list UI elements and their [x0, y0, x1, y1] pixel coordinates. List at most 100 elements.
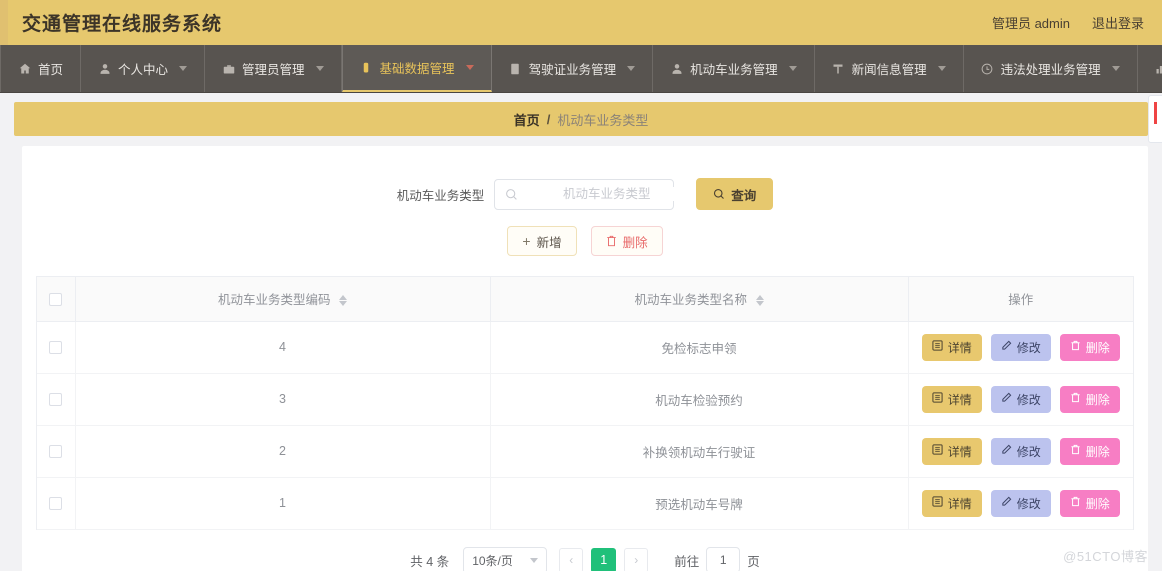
- document-icon: [509, 62, 522, 75]
- search-input-wrapper[interactable]: [494, 178, 688, 210]
- sort-toggle-icon[interactable]: [755, 295, 764, 307]
- logout-link[interactable]: 退出登录: [1092, 13, 1144, 32]
- main-navigation-bar: 首页 个人中心 管理员管理 基础数据管理 驾驶证业务管理 机动车业务管理 新闻信…: [0, 45, 1162, 93]
- trash-icon: [606, 235, 617, 247]
- delete-button-label: 删除: [1085, 340, 1110, 355]
- table-header-row: 机动车业务类型编码 机动车业务类型名称 操作: [37, 277, 1133, 322]
- add-button-label: 新增: [536, 235, 562, 250]
- prev-page-button[interactable]: ‹: [559, 547, 584, 571]
- row-action-group: 详情 修改 删除: [909, 385, 1134, 413]
- nav-item-license-business-management[interactable]: 驾驶证业务管理: [492, 45, 654, 92]
- nav-item-label: 个人中心: [118, 63, 169, 77]
- detail-button[interactable]: 详情: [921, 333, 982, 361]
- edit-button[interactable]: 修改: [990, 437, 1051, 465]
- nav-item-violation-business-management[interactable]: 违法处理业务管理: [964, 45, 1138, 92]
- search-input[interactable]: [526, 187, 688, 201]
- query-button[interactable]: 查询: [696, 178, 774, 210]
- page-number-1[interactable]: 1: [591, 547, 617, 571]
- nav-item-admin-management[interactable]: 管理员管理: [205, 45, 342, 92]
- pagination-total: 共 4 条: [410, 554, 450, 569]
- table-row: 1 预选机动车号牌 详情 修改 删除: [37, 477, 1133, 530]
- row-select-cell[interactable]: [37, 373, 76, 426]
- header-user-area: 管理员 admin 退出登录: [992, 13, 1144, 32]
- right-edge-panel[interactable]: [1148, 95, 1162, 143]
- breadcrumb: 首页 / 机动车业务类型: [14, 102, 1148, 136]
- chevron-down-icon: [465, 65, 474, 70]
- column-header-operations: 操作: [908, 277, 1133, 322]
- data-table-wrapper: 机动车业务类型编码 机动车业务类型名称 操作 4 免检标志申领 详情 修改 删除…: [36, 276, 1134, 530]
- bar-chart-icon: [1155, 62, 1162, 75]
- delete-button[interactable]: 删除: [1059, 385, 1120, 413]
- edit-button-label: 修改: [1016, 340, 1041, 355]
- column-header-code[interactable]: 机动车业务类型编码: [75, 277, 491, 322]
- delete-button-label: 删除: [1085, 496, 1110, 511]
- detail-button-label: 详情: [947, 340, 972, 355]
- search-label: 机动车业务类型: [396, 188, 485, 203]
- row-checkbox[interactable]: [49, 341, 63, 355]
- detail-button[interactable]: 详情: [921, 437, 982, 465]
- red-indicator-bar: [1154, 102, 1157, 124]
- watermark: @51CTO博客: [1063, 549, 1148, 564]
- nav-item-user-management[interactable]: 用户管理: [1138, 45, 1162, 92]
- row-select-cell[interactable]: [37, 477, 76, 530]
- detail-button[interactable]: 详情: [921, 489, 982, 517]
- chevron-down-icon: [179, 66, 188, 71]
- breadcrumb-home[interactable]: 首页: [514, 110, 540, 129]
- user-solid-icon: [670, 62, 683, 75]
- breadcrumb-separator: /: [546, 111, 551, 127]
- add-button[interactable]: + 新增: [507, 226, 577, 256]
- row-checkbox[interactable]: [49, 497, 63, 511]
- next-page-button[interactable]: ›: [624, 547, 649, 571]
- chevron-down-icon: [315, 66, 324, 71]
- column-header-name[interactable]: 机动车业务类型名称: [490, 277, 909, 322]
- detail-icon: [932, 392, 943, 406]
- edit-button[interactable]: 修改: [990, 489, 1051, 517]
- chevron-down-icon: [788, 66, 797, 71]
- chevron-down-icon: [627, 66, 636, 71]
- pin-icon: [832, 62, 845, 75]
- detail-button-label: 详情: [947, 444, 972, 459]
- current-user-label: 管理员 admin: [991, 16, 1070, 31]
- nav-item-vehicle-business-management[interactable]: 机动车业务管理: [653, 45, 815, 92]
- goto-page-input[interactable]: [706, 547, 741, 571]
- nav-item-label: 新闻信息管理: [851, 63, 927, 77]
- detail-icon: [932, 444, 943, 458]
- detail-button[interactable]: 详情: [921, 385, 982, 413]
- app-root: 交通管理在线服务系统 管理员 admin 退出登录 首页 个人中心 管理员管理: [0, 0, 1162, 571]
- row-checkbox[interactable]: [49, 445, 63, 459]
- app-brand-title: 交通管理在线服务系统: [22, 14, 223, 35]
- edit-button[interactable]: 修改: [990, 385, 1051, 413]
- user-icon: [98, 62, 111, 75]
- edit-button-label: 修改: [1016, 496, 1041, 511]
- delete-button[interactable]: 删除: [1059, 437, 1120, 465]
- cell-operations: 详情 修改 删除: [908, 373, 1134, 426]
- cell-name: 补换领机动车行驶证: [490, 425, 909, 478]
- nav-item-news-management[interactable]: 新闻信息管理: [815, 45, 964, 92]
- bulk-delete-button[interactable]: 删除: [590, 226, 663, 256]
- detail-button-label: 详情: [947, 496, 972, 511]
- nav-item-personal-center[interactable]: 个人中心: [81, 45, 206, 92]
- detail-icon: [932, 496, 943, 510]
- chevron-down-icon: [530, 557, 539, 563]
- delete-button-label: 删除: [1085, 392, 1110, 407]
- row-select-cell[interactable]: [37, 425, 76, 478]
- sort-toggle-icon[interactable]: [339, 295, 347, 307]
- pencil-icon: [1001, 392, 1012, 406]
- column-header-select-all[interactable]: [37, 277, 76, 322]
- select-all-checkbox[interactable]: [49, 292, 63, 306]
- delete-button[interactable]: 删除: [1059, 489, 1120, 517]
- nav-item-label: 管理员管理: [242, 63, 305, 77]
- search-icon: [505, 188, 518, 201]
- page-size-select[interactable]: 10条/页: [463, 546, 548, 571]
- nav-item-label: 首页: [38, 63, 64, 77]
- nav-item-home[interactable]: 首页: [0, 45, 82, 92]
- row-checkbox[interactable]: [49, 393, 63, 407]
- edit-button[interactable]: 修改: [990, 333, 1051, 361]
- cell-code: 2: [75, 425, 491, 478]
- row-select-cell[interactable]: [37, 321, 76, 374]
- delete-button[interactable]: 删除: [1059, 333, 1120, 361]
- trash-icon: [1070, 340, 1081, 354]
- pencil-icon: [1001, 444, 1012, 458]
- column-header-code-label: 机动车业务类型编码: [218, 293, 331, 308]
- nav-item-basic-data-management[interactable]: 基础数据管理: [341, 45, 492, 92]
